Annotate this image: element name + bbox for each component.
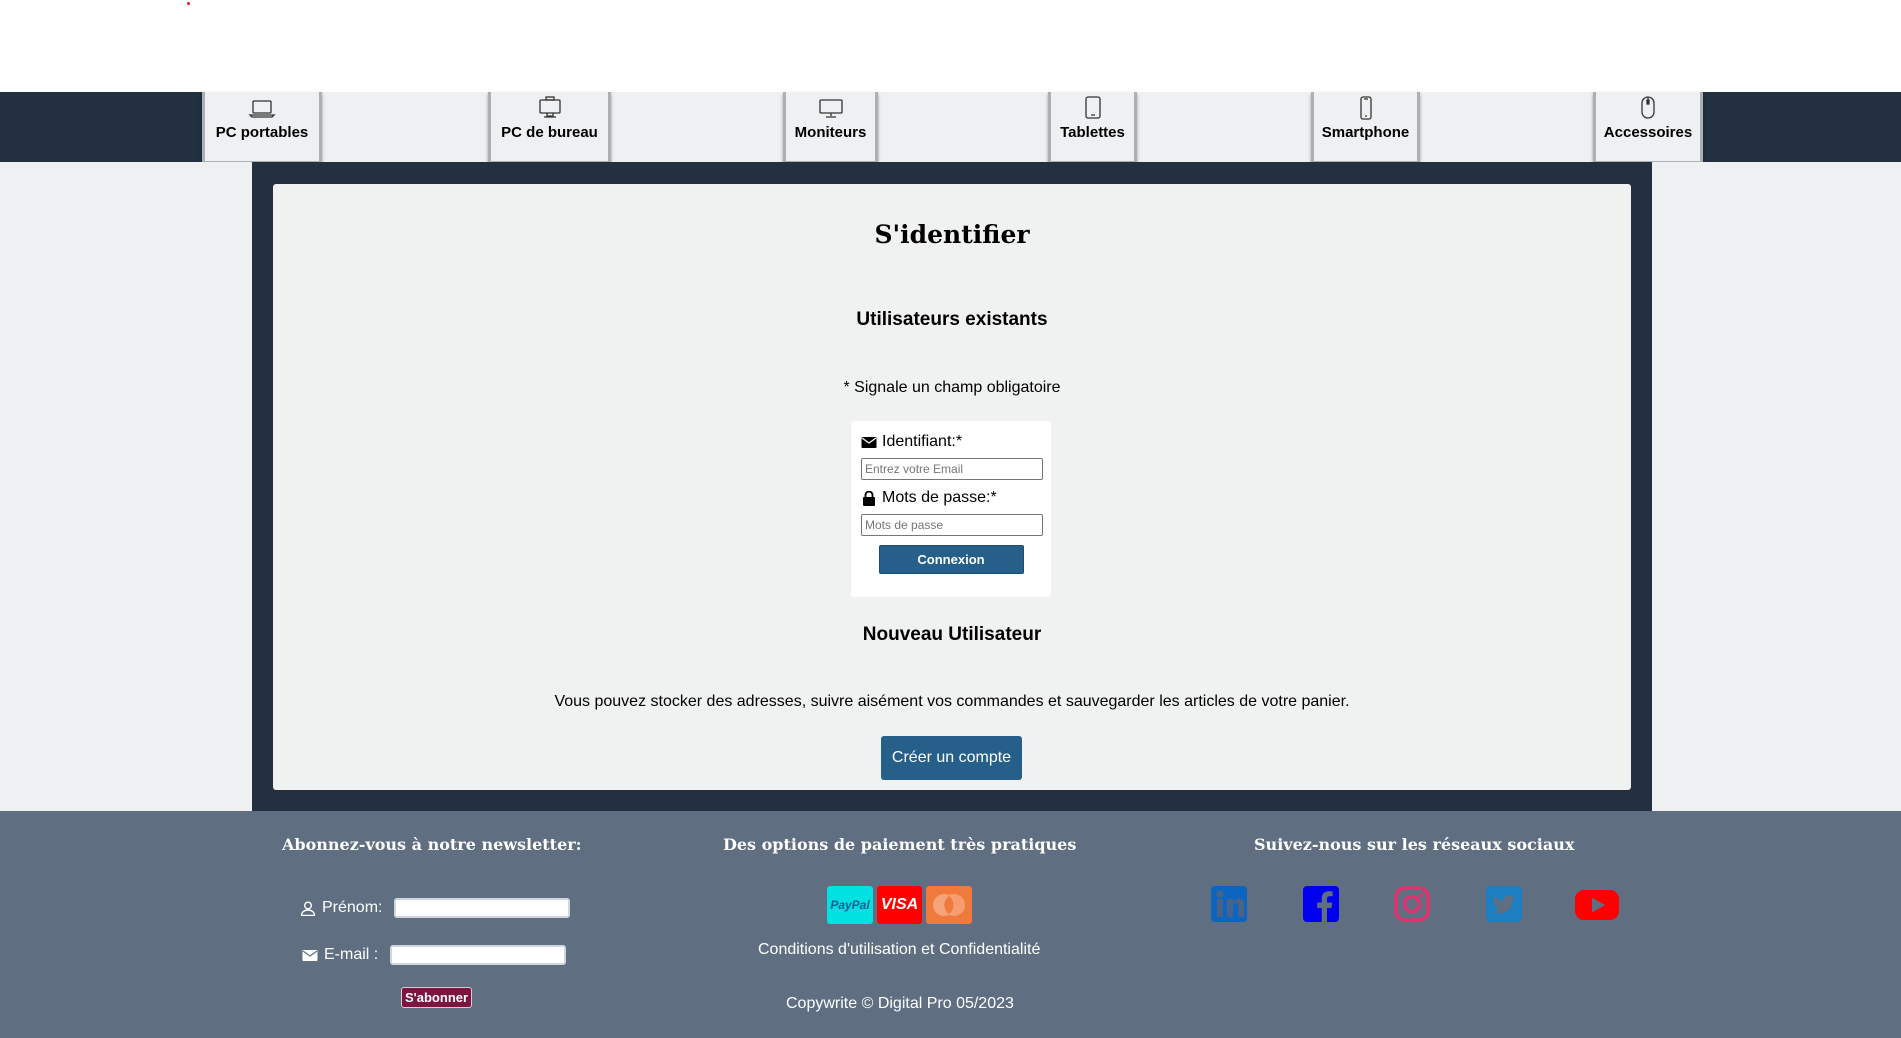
newsletter-heading: Abonnez-vous à notre newsletter:: [282, 835, 582, 854]
twitter-icon[interactable]: [1484, 884, 1524, 924]
visa-icon: VISA: [877, 886, 922, 924]
mastercard-circles: [933, 894, 965, 916]
new-user-heading: Nouveau Utilisateur: [862, 624, 1042, 645]
email-input[interactable]: [861, 458, 1043, 480]
monitor-icon: [818, 99, 843, 118]
newsletter-firstname-input[interactable]: [394, 898, 571, 918]
visa-label: VISA: [880, 896, 919, 913]
subscribe-button[interactable]: S'abonner: [401, 987, 473, 1008]
laptop-icon: [248, 100, 276, 118]
nav-label: Smartphone: [1321, 124, 1410, 141]
instagram-icon[interactable]: [1392, 884, 1432, 924]
header-dot: [187, 2, 190, 5]
envelope-icon: [302, 949, 318, 961]
copyright: Copywrite © Digital Pro 05/2023: [786, 995, 1014, 1012]
top-header-strip: [0, 0, 1901, 92]
mastercard-icon: [926, 886, 972, 924]
tablet-icon: [1084, 96, 1101, 119]
new-user-description: Vous pouvez stocker des adresses, suivre…: [554, 693, 1350, 710]
nav-gap: [1420, 92, 1593, 162]
smartphone-icon: [1359, 96, 1372, 120]
nav-item-moniteurs[interactable]: Moniteurs: [783, 92, 878, 164]
newsletter-email-row: E-mail :: [302, 945, 567, 965]
nav-item-smartphone[interactable]: Smartphone: [1311, 92, 1420, 164]
password-label: Mots de passe:*: [861, 489, 1041, 507]
newsletter-email-input[interactable]: [390, 945, 567, 965]
required-note: * Signale un champ obligatoire: [843, 379, 1061, 396]
firstname-label: Prénom:: [322, 899, 383, 916]
envelope-icon: [861, 436, 877, 448]
nav-gap: [1137, 92, 1311, 162]
terms-link[interactable]: Conditions d'utilisation et Confidential…: [758, 941, 1040, 959]
mouse-icon: [1641, 96, 1655, 119]
create-account-button[interactable]: Créer un compte: [881, 736, 1022, 780]
nav-item-tablettes[interactable]: Tablettes: [1048, 92, 1137, 164]
nav-item-pc-de-bureau[interactable]: PC de bureau: [488, 92, 611, 164]
linkedin-icon[interactable]: [1209, 884, 1249, 924]
desktop-icon: [538, 96, 561, 118]
page-title: S'identifier: [874, 220, 1030, 249]
nav-gap: [322, 92, 488, 162]
identifier-label: Identifiant:*: [861, 433, 1041, 451]
nav-gap: [611, 92, 783, 162]
nav-gap: [878, 92, 1048, 162]
paypal-label: PayPal: [830, 898, 870, 912]
user-icon: [300, 901, 316, 916]
nav-label: Accessoires: [1603, 124, 1693, 141]
password-input[interactable]: [861, 514, 1043, 536]
login-panel: S'identifier Utilisateurs existants * Si…: [273, 184, 1631, 790]
connexion-button[interactable]: Connexion: [878, 545, 1024, 574]
lock-icon: [863, 490, 875, 506]
facebook-icon[interactable]: [1301, 884, 1341, 924]
nav-item-accessoires[interactable]: Accessoires: [1593, 92, 1703, 164]
paypal-icon: PayPal: [827, 886, 873, 924]
social-heading: Suivez-nous sur les réseaux sociaux: [1254, 835, 1575, 854]
nav-item-pc-portables[interactable]: PC portables: [202, 92, 322, 164]
login-form: Identifiant:* Mots de passe:* Connexion: [851, 421, 1051, 597]
existing-users-heading: Utilisateurs existants: [856, 309, 1048, 330]
nav-label: PC de bureau: [501, 124, 598, 141]
footer: Abonnez-vous à notre newsletter: Prénom:…: [0, 811, 1901, 1038]
password-label-text: Mots de passe:*: [882, 489, 997, 506]
nav-label: Moniteurs: [794, 124, 867, 141]
payment-heading: Des options de paiement très pratiques: [723, 835, 1077, 854]
newsletter-firstname-row: Prénom:: [300, 898, 571, 918]
email-label: E-mail :: [324, 946, 379, 963]
nav-label: PC portables: [215, 124, 309, 141]
youtube-icon[interactable]: [1574, 884, 1620, 924]
nav-label: Tablettes: [1060, 124, 1125, 141]
identifier-label-text: Identifiant:*: [882, 433, 963, 450]
